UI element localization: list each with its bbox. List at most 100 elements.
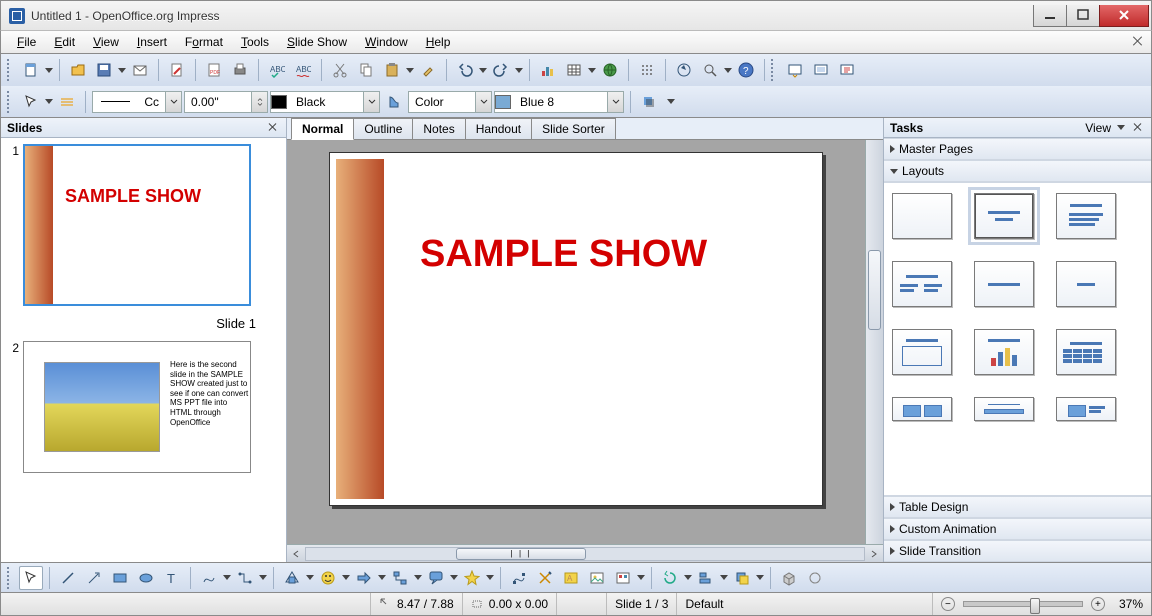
redo-button[interactable] — [489, 58, 513, 82]
toolbar-grip[interactable] — [771, 59, 777, 81]
copy-button[interactable] — [354, 58, 378, 82]
chart-button[interactable] — [536, 58, 560, 82]
chevron-down-icon[interactable] — [1117, 125, 1125, 130]
slides-list[interactable]: 1 SAMPLE SHOW Slide 1 2 Here is the seco… — [1, 138, 286, 562]
layout-variant-b[interactable] — [974, 397, 1034, 421]
presentation-slide-button-3[interactable] — [835, 58, 859, 82]
save-button[interactable] — [92, 58, 116, 82]
line-width-combo[interactable]: 0.00" — [184, 91, 268, 113]
paste-button[interactable] — [380, 58, 404, 82]
paste-dropdown-icon[interactable] — [406, 68, 414, 73]
table-button[interactable] — [562, 58, 586, 82]
layout-title-only[interactable] — [974, 261, 1034, 307]
task-section-master-pages[interactable]: Master Pages — [884, 138, 1151, 160]
toolbar-overflow-icon[interactable] — [667, 99, 675, 104]
presentation-slide-button-2[interactable] — [809, 58, 833, 82]
tab-notes[interactable]: Notes — [412, 118, 465, 139]
zoom-out-button[interactable]: − — [941, 597, 955, 611]
chevron-down-icon[interactable] — [363, 92, 379, 112]
close-button[interactable] — [1099, 5, 1149, 27]
layout-title[interactable] — [974, 193, 1034, 239]
maximize-button[interactable] — [1066, 5, 1100, 27]
thumbnail[interactable]: Here is the second slide in the SAMPLE S… — [23, 341, 251, 473]
slide-thumb-1[interactable]: 1 SAMPLE SHOW — [7, 144, 280, 306]
autospell-button[interactable]: ABC — [291, 58, 315, 82]
line-style-button[interactable] — [55, 90, 79, 114]
menu-slideshow[interactable]: Slide Show — [279, 33, 355, 51]
area-button[interactable] — [382, 90, 406, 114]
table-dropdown-icon[interactable] — [588, 68, 596, 73]
dropdown-icon[interactable] — [259, 575, 267, 580]
zoom-slider[interactable] — [963, 601, 1083, 607]
undo-dropdown-icon[interactable] — [479, 68, 487, 73]
cut-button[interactable] — [328, 58, 352, 82]
chevron-down-icon[interactable] — [475, 92, 491, 112]
menu-help[interactable]: Help — [418, 33, 459, 51]
redo-dropdown-icon[interactable] — [515, 68, 523, 73]
dropdown-icon[interactable] — [720, 575, 728, 580]
menu-file[interactable]: File — [9, 33, 44, 51]
toolbar-grip[interactable] — [7, 91, 13, 113]
task-section-slide-transition[interactable]: Slide Transition — [884, 540, 1151, 562]
extrusion-tool[interactable] — [777, 566, 801, 590]
layout-blank[interactable] — [892, 193, 952, 239]
new-button[interactable] — [19, 58, 43, 82]
horizontal-scrollbar[interactable]: | | | — [287, 544, 883, 562]
scroll-thumb[interactable]: | | | — [456, 548, 586, 560]
minimize-button[interactable] — [1033, 5, 1067, 27]
layouts-gallery[interactable] — [884, 182, 1151, 496]
arrow-select-button[interactable] — [19, 90, 43, 114]
task-section-layouts[interactable]: Layouts — [884, 160, 1151, 182]
status-slide[interactable]: Slide 1 / 3 — [607, 593, 677, 615]
presentation-slide-button-1[interactable] — [783, 58, 807, 82]
arrow-dropdown-icon[interactable] — [45, 99, 53, 104]
dropdown-icon[interactable] — [684, 575, 692, 580]
layout-title-chart[interactable] — [974, 329, 1034, 375]
shadow-button[interactable] — [637, 90, 661, 114]
stars-tool[interactable] — [460, 566, 484, 590]
task-section-custom-animation[interactable]: Custom Animation — [884, 518, 1151, 540]
zoom-value[interactable]: 37% — [1119, 597, 1143, 611]
line-tool[interactable] — [56, 566, 80, 590]
close-icon[interactable] — [1131, 121, 1145, 135]
layout-title-table[interactable] — [1056, 329, 1116, 375]
toolbar-grip[interactable] — [7, 567, 13, 589]
layout-two-content[interactable] — [892, 261, 952, 307]
navigator-button[interactable] — [672, 58, 696, 82]
dropdown-icon[interactable] — [637, 575, 645, 580]
format-paintbrush-button[interactable] — [416, 58, 440, 82]
toolbar-grip[interactable] — [7, 59, 13, 81]
dropdown-icon[interactable] — [342, 575, 350, 580]
print-button[interactable] — [228, 58, 252, 82]
chevron-down-icon[interactable] — [165, 92, 181, 112]
connector-tool[interactable] — [233, 566, 257, 590]
fontwork-tool[interactable]: A — [559, 566, 583, 590]
vertical-scrollbar[interactable] — [865, 140, 883, 544]
rectangle-tool[interactable] — [108, 566, 132, 590]
thumbnail[interactable]: SAMPLE SHOW — [23, 144, 251, 306]
interaction-tool[interactable] — [803, 566, 827, 590]
dropdown-icon[interactable] — [486, 575, 494, 580]
menubar-close-icon[interactable] — [1131, 35, 1145, 49]
symbol-shapes-tool[interactable] — [316, 566, 340, 590]
layout-title-object[interactable] — [892, 329, 952, 375]
email-button[interactable] — [128, 58, 152, 82]
layout-centered[interactable] — [1056, 261, 1116, 307]
task-section-table-design[interactable]: Table Design — [884, 496, 1151, 518]
edit-file-button[interactable] — [165, 58, 189, 82]
layout-variant-a[interactable] — [892, 397, 952, 421]
slide-title-text[interactable]: SAMPLE SHOW — [420, 233, 707, 276]
dropdown-icon[interactable] — [306, 575, 314, 580]
help-button[interactable]: ? — [734, 58, 758, 82]
callouts-tool[interactable] — [424, 566, 448, 590]
points-tool[interactable] — [507, 566, 531, 590]
tab-outline[interactable]: Outline — [353, 118, 413, 139]
status-template[interactable]: Default — [677, 593, 932, 615]
slide-thumb-2[interactable]: 2 Here is the second slide in the SAMPLE… — [7, 341, 280, 473]
menu-insert[interactable]: Insert — [129, 33, 175, 51]
save-dropdown-icon[interactable] — [118, 68, 126, 73]
scroll-left-icon[interactable] — [287, 546, 305, 562]
dropdown-icon[interactable] — [378, 575, 386, 580]
gluepoints-tool[interactable] — [533, 566, 557, 590]
align-tool[interactable] — [694, 566, 718, 590]
